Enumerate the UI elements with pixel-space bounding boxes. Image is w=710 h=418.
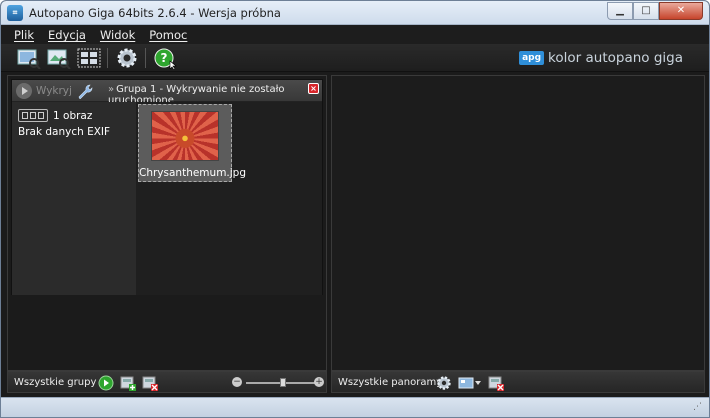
zoom-out-icon[interactable]: − <box>232 377 242 387</box>
image-count-row: 1 obraz <box>18 109 92 122</box>
import-folder-icon[interactable] <box>47 47 71 70</box>
resize-grip-icon[interactable]: ⋰ <box>693 402 705 414</box>
exif-status: Brak danych EXIF <box>18 126 111 138</box>
run-play-icon[interactable] <box>98 375 114 391</box>
import-images-icon[interactable] <box>17 47 41 70</box>
detect-button[interactable]: Wykryj <box>16 83 72 99</box>
groups-footer-label: Wszystkie grupy <box>14 377 97 388</box>
panoramas-footer-label: Wszystkie panoramy <box>338 377 443 388</box>
brand-text: kolor autopano giga <box>548 50 683 66</box>
collapse-arrow-icon: » <box>108 84 115 95</box>
detect-grid-icon[interactable] <box>77 47 101 69</box>
thumbnail-filename: Chrysanthemum.jpg <box>139 167 247 179</box>
add-group-icon[interactable] <box>120 375 136 391</box>
groups-panel: Wykryj » Grupa 1 - Wykrywanie nie zostało… <box>7 75 327 371</box>
group-info: 1 obraz Brak danych EXIF <box>12 102 136 295</box>
thumbnail-image <box>151 111 219 161</box>
menu-view[interactable]: Widok <box>93 25 142 44</box>
group-header: Wykryj » Grupa 1 - Wykrywanie nie zostało… <box>12 80 322 106</box>
image-count: 1 obraz <box>53 109 93 122</box>
brand-logo: apg kolor autopano giga <box>519 49 683 67</box>
panoramas-footer: Wszystkie panoramy <box>331 371 705 393</box>
image-thumbnail[interactable]: Chrysanthemum.jpg <box>138 104 247 182</box>
toolbar: ? apg kolor autopano giga <box>1 44 709 72</box>
remove-group-icon[interactable] <box>142 375 158 391</box>
panoramas-panel <box>331 75 705 371</box>
render-dropdown-icon[interactable] <box>458 375 482 391</box>
zoom-slider-thumb[interactable] <box>280 378 286 387</box>
maximize-button[interactable]: □ <box>633 2 659 20</box>
minimize-button[interactable]: ▁ <box>607 2 633 20</box>
play-icon <box>16 83 32 99</box>
svg-text:?: ? <box>161 51 168 65</box>
zoom-in-icon[interactable]: + <box>314 377 324 387</box>
app-icon: ⌗ <box>7 5 23 21</box>
brand-badge: apg <box>519 51 545 65</box>
menu-bar: Plik Edycja Widok Pomoc <box>1 25 709 44</box>
toolbar-separator <box>145 48 146 68</box>
toolbar-separator <box>107 48 108 68</box>
menu-help[interactable]: Pomoc <box>142 25 194 44</box>
status-bar: ⋰ <box>1 397 709 417</box>
remove-panorama-icon[interactable] <box>488 375 504 391</box>
group-card: Wykryj » Grupa 1 - Wykrywanie nie zostało… <box>11 79 323 295</box>
wrench-icon[interactable] <box>76 83 94 100</box>
window-controls: ▁ □ ✕ <box>607 2 703 20</box>
app-window: ⌗ Autopano Giga 64bits 2.6.4 - Wersja pr… <box>0 0 710 418</box>
panorama-settings-gear-icon[interactable] <box>436 375 452 391</box>
help-icon[interactable]: ? <box>153 47 177 71</box>
detect-label: Wykryj <box>36 85 72 97</box>
thumbnail-area: Chrysanthemum.jpg <box>136 102 322 295</box>
window-title: Autopano Giga 64bits 2.6.4 - Wersja prób… <box>29 6 281 20</box>
close-group-icon[interactable]: × <box>308 83 319 94</box>
title-bar: ⌗ Autopano Giga 64bits 2.6.4 - Wersja pr… <box>1 1 709 25</box>
images-grid-icon <box>18 109 48 122</box>
menu-edit[interactable]: Edycja <box>41 25 93 44</box>
groups-footer: Wszystkie grupy − + <box>7 371 327 393</box>
menu-file[interactable]: Plik <box>7 25 41 44</box>
close-button[interactable]: ✕ <box>659 2 703 20</box>
settings-gear-icon[interactable] <box>115 47 139 69</box>
